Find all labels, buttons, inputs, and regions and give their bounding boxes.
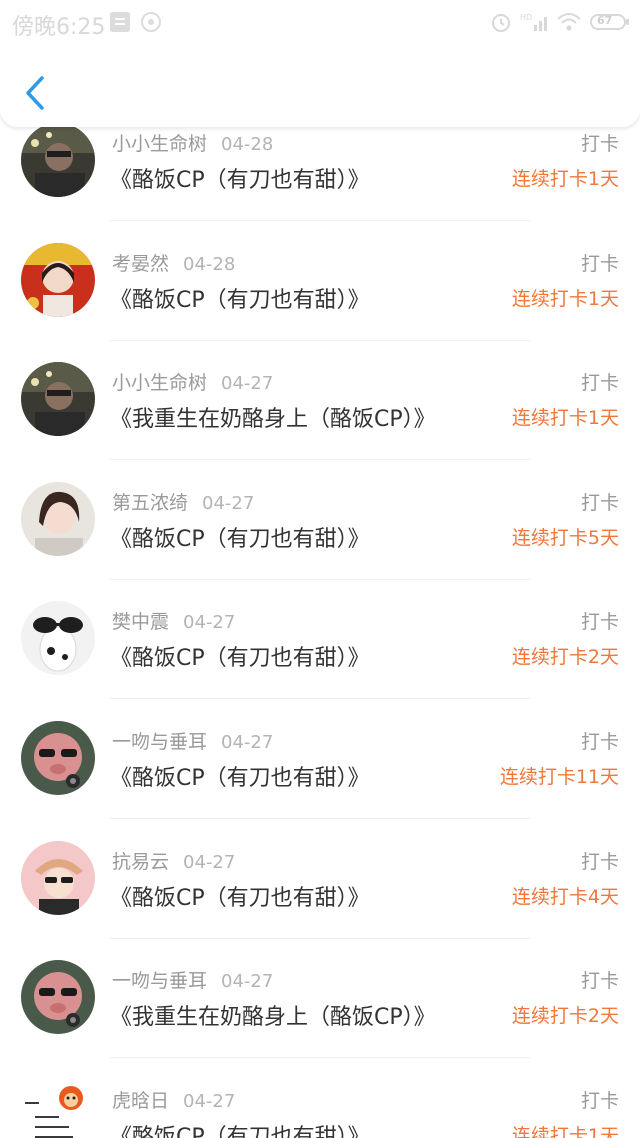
list-item[interactable]: 抗易云 04-27 《酪饭CP（有刀也有甜）》 打卡 连续打卡4天 bbox=[0, 819, 640, 939]
streak-count: 连续打卡1天 bbox=[511, 407, 619, 430]
user-name: 一吻与垂耳 04-27 bbox=[112, 970, 274, 993]
user-name: 虎晗日 04-27 bbox=[112, 1089, 236, 1112]
list-item[interactable]: 一吻与垂耳 04-27 《我重生在奶酪身上（酪饭CP）》 打卡 连续打卡2天 bbox=[0, 938, 640, 1059]
avatar[interactable] bbox=[21, 481, 95, 556]
user-name: 考晏然 04-28 bbox=[112, 252, 236, 275]
post-date: 04-27 bbox=[221, 971, 274, 993]
user-name: 一吻与垂耳 04-27 bbox=[112, 730, 274, 753]
top-bar: 傍晚6:25 HD 67 bbox=[0, 0, 640, 127]
user-name: 樊中震 04-27 bbox=[112, 611, 236, 634]
checkin-label: 打卡 bbox=[580, 611, 619, 634]
alarm-icon bbox=[492, 14, 510, 32]
signal-icon: HD bbox=[520, 13, 547, 31]
chat-icon bbox=[141, 12, 161, 32]
post-date: 04-27 bbox=[202, 492, 255, 514]
avatar[interactable] bbox=[21, 840, 95, 915]
avatar[interactable] bbox=[21, 720, 95, 795]
avatar[interactable] bbox=[21, 1079, 95, 1138]
book-title[interactable]: 《酪饭CP（有刀也有甜）》 bbox=[110, 521, 370, 553]
book-title[interactable]: 《酪饭CP（有刀也有甜）》 bbox=[110, 282, 370, 314]
streak-count: 连续打卡2天 bbox=[511, 1005, 619, 1028]
post-date: 04-27 bbox=[221, 373, 274, 395]
streak-count: 连续打卡1天 bbox=[511, 168, 619, 190]
chevron-left-icon bbox=[26, 76, 44, 110]
checkin-label: 打卡 bbox=[580, 730, 619, 753]
user-name: 抗易云 04-27 bbox=[112, 850, 236, 873]
avatar[interactable] bbox=[21, 601, 95, 676]
svg-text:HD: HD bbox=[520, 13, 532, 22]
status-bar: 傍晚6:25 HD 67 bbox=[0, 0, 640, 46]
list-item[interactable]: 考晏然 04-28 《酪饭CP（有刀也有甜）》 打卡 连续打卡1天 bbox=[0, 221, 640, 341]
notification-icon bbox=[110, 12, 130, 32]
list-item[interactable]: 樊中震 04-27 《酪饭CP（有刀也有甜）》 打卡 连续打卡2天 bbox=[0, 579, 640, 700]
book-title[interactable]: 《我重生在奶酪身上（酪饭CP）》 bbox=[110, 999, 436, 1031]
book-title[interactable]: 《酪饭CP（有刀也有甜）》 bbox=[110, 640, 370, 672]
post-date: 04-27 bbox=[221, 731, 274, 753]
post-date: 04-28 bbox=[221, 134, 274, 155]
list-item[interactable]: 小小生命树 04-27 《我重生在奶酪身上（酪饭CP）》 打卡 连续打卡1天 bbox=[0, 340, 640, 461]
post-date: 04-27 bbox=[183, 1090, 236, 1112]
avatar[interactable] bbox=[21, 362, 95, 437]
post-date: 04-28 bbox=[183, 253, 236, 275]
user-name: 小小生命树 04-28 bbox=[112, 133, 274, 155]
checkin-label: 打卡 bbox=[580, 372, 619, 395]
book-title[interactable]: 《酪饭CP（有刀也有甜）》 bbox=[110, 162, 370, 194]
book-title[interactable]: 《酪饭CP（有刀也有甜）》 bbox=[110, 1119, 370, 1138]
checkin-list: 小小生命树 04-28 《酪饭CP（有刀也有甜）》 打卡 连续打卡1天 考晏然 04… bbox=[0, 101, 640, 1138]
checkin-label: 打卡 bbox=[580, 491, 619, 514]
battery-level: 67 bbox=[597, 14, 613, 27]
avatar[interactable] bbox=[21, 123, 95, 197]
list-item[interactable]: 第五浓绮 04-27 《酪饭CP（有刀也有甜）》 打卡 连续打卡5天 bbox=[0, 460, 640, 580]
avatar[interactable] bbox=[21, 960, 95, 1035]
book-title[interactable]: 《酪饭CP（有刀也有甜）》 bbox=[110, 880, 370, 912]
checkin-label: 打卡 bbox=[580, 252, 619, 275]
checkin-label: 打卡 bbox=[580, 970, 619, 993]
avatar[interactable] bbox=[21, 242, 95, 317]
checkin-label: 打卡 bbox=[580, 850, 619, 873]
list-item[interactable]: 虎晗日 04-27 《酪饭CP（有刀也有甜）》 打卡 连续打卡1天 bbox=[0, 1058, 640, 1138]
streak-count: 连续打卡11天 bbox=[499, 765, 619, 788]
streak-count: 连续打卡1天 bbox=[511, 1124, 619, 1138]
checkin-label: 打卡 bbox=[580, 133, 619, 155]
user-name: 第五浓绮 04-27 bbox=[112, 491, 255, 514]
list-item[interactable]: 一吻与垂耳 04-27 《酪饭CP（有刀也有甜）》 打卡 连续打卡11天 bbox=[0, 699, 640, 819]
user-name: 小小生命树 04-27 bbox=[112, 372, 274, 395]
post-date: 04-27 bbox=[183, 851, 236, 873]
book-title[interactable]: 《我重生在奶酪身上（酪饭CP）》 bbox=[110, 401, 436, 433]
back-button[interactable] bbox=[16, 70, 56, 116]
checkin-label: 打卡 bbox=[580, 1089, 619, 1112]
status-time: 傍晚6:25 bbox=[12, 15, 106, 40]
book-title[interactable]: 《酪饭CP（有刀也有甜）》 bbox=[110, 760, 370, 792]
streak-count: 连续打卡2天 bbox=[511, 646, 619, 669]
wifi-icon bbox=[557, 13, 581, 31]
checkin-feed-page: 小小生命树 04-28 《酪饭CP（有刀也有甜）》 打卡 连续打卡1天 考晏然 04… bbox=[0, 0, 640, 1138]
streak-count: 连续打卡4天 bbox=[511, 885, 619, 908]
post-date: 04-27 bbox=[183, 612, 236, 634]
streak-count: 连续打卡5天 bbox=[511, 526, 619, 549]
streak-count: 连续打卡1天 bbox=[511, 287, 619, 310]
